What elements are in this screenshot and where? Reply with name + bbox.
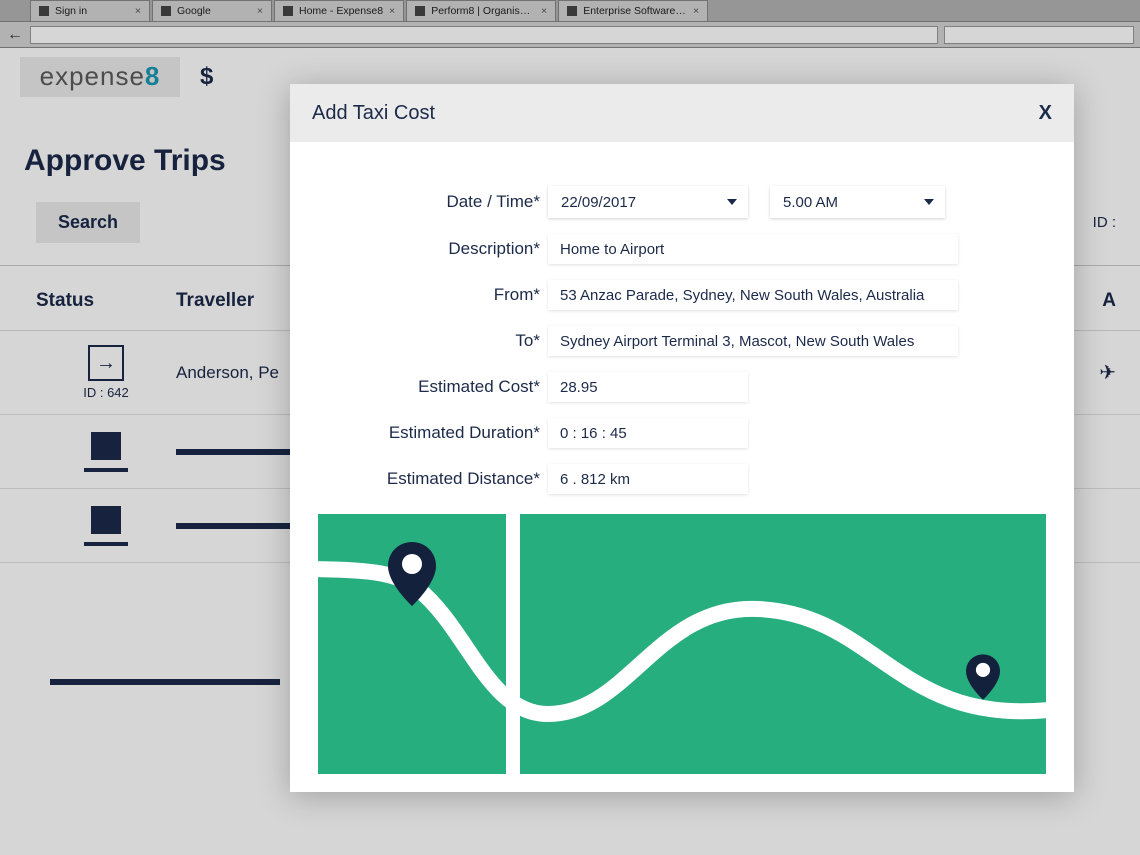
label-cost: Estimated Cost* (318, 377, 548, 397)
tab-close-icon[interactable]: × (389, 5, 395, 17)
modal-header: Add Taxi Cost X (290, 84, 1074, 142)
tab-close-icon[interactable]: × (693, 5, 699, 17)
form-row-from: From* 53 Anzac Parade, Sydney, New South… (318, 280, 1046, 310)
form-row-to: To* Sydney Airport Terminal 3, Mascot, N… (318, 326, 1046, 356)
tab-label: Enterprise Software as a Ser... (583, 5, 687, 17)
back-button[interactable]: ← (6, 26, 24, 44)
browser-tab[interactable]: Home - Expense8 × (274, 0, 404, 21)
browser-tab[interactable]: Enterprise Software as a Ser... × (558, 0, 708, 21)
search-button[interactable]: Search (36, 202, 140, 243)
search-input[interactable] (944, 26, 1134, 44)
from-input[interactable]: 53 Anzac Parade, Sydney, New South Wales… (548, 280, 958, 310)
browser-tab[interactable]: Google × (152, 0, 272, 21)
column-right: A (1102, 290, 1116, 312)
browser-chrome: Sign in × Google × Home - Expense8 × Perfor… (0, 0, 1140, 48)
status-arrow-icon: → (88, 345, 124, 381)
tab-close-icon[interactable]: × (257, 5, 263, 17)
placeholder-bar (176, 523, 296, 529)
row-id: ID : 642 (83, 385, 129, 400)
date-value: 22/09/2017 (561, 194, 636, 211)
label-distance: Estimated Distance* (318, 469, 548, 489)
form-row-duration: Estimated Duration* 0 : 16 : 45 (318, 418, 1046, 448)
form-row-cost: Estimated Cost* 28.95 (318, 372, 1046, 402)
to-input[interactable]: Sydney Airport Terminal 3, Mascot, New S… (548, 326, 958, 356)
currency-icon: $ (200, 63, 213, 91)
placeholder-bar (176, 449, 296, 455)
status-block-icon (91, 506, 121, 534)
tab-favicon (161, 6, 171, 16)
add-taxi-cost-modal: Add Taxi Cost X Date / Time* 22/09/2017 … (290, 84, 1074, 792)
label-from: From* (318, 285, 548, 305)
browser-navbar: ← (0, 22, 1140, 48)
tab-favicon (415, 6, 425, 16)
tab-label: Perform8 | Organisational Im (431, 5, 535, 17)
modal-title: Add Taxi Cost (312, 102, 435, 125)
label-description: Description* (318, 239, 548, 259)
time-select[interactable]: 5.00 AM (770, 186, 945, 218)
tab-favicon (567, 6, 577, 16)
app-logo: expense8 (20, 57, 180, 97)
form-row-description: Description* Home to Airport (318, 234, 1046, 264)
modal-body: Date / Time* 22/09/2017 5.00 AM Descript… (290, 142, 1074, 792)
tab-label: Google (177, 5, 251, 17)
tab-label: Home - Expense8 (299, 5, 383, 17)
logo-suffix: 8 (145, 61, 160, 92)
tab-label: Sign in (55, 5, 129, 17)
time-value: 5.00 AM (783, 194, 838, 211)
description-input[interactable]: Home to Airport (548, 234, 958, 264)
browser-tab[interactable]: Perform8 | Organisational Im × (406, 0, 556, 21)
logo-text: expense (40, 61, 145, 92)
date-select[interactable]: 22/09/2017 (548, 186, 748, 218)
label-datetime: Date / Time* (318, 192, 548, 212)
tab-favicon (283, 6, 293, 16)
placeholder-bottom-bar (50, 679, 280, 685)
column-status: Status (36, 290, 176, 312)
plane-icon: ✈ (1099, 360, 1116, 385)
tab-close-icon[interactable]: × (541, 5, 547, 17)
label-duration: Estimated Duration* (318, 423, 548, 443)
status-underline (84, 542, 128, 546)
status-cell (36, 432, 176, 472)
browser-tab[interactable]: Sign in × (30, 0, 150, 21)
status-block-icon (91, 432, 121, 460)
status-cell (36, 506, 176, 546)
chevron-down-icon (924, 199, 934, 205)
route-map (318, 514, 1046, 774)
form-row-datetime: Date / Time* 22/09/2017 5.00 AM (318, 186, 1046, 218)
browser-tabs: Sign in × Google × Home - Expense8 × Perfor… (0, 0, 1140, 22)
status-underline (84, 468, 128, 472)
url-input[interactable] (30, 26, 938, 44)
duration-input[interactable]: 0 : 16 : 45 (548, 418, 748, 448)
tab-favicon (39, 6, 49, 16)
cost-input[interactable]: 28.95 (548, 372, 748, 402)
distance-input[interactable]: 6 . 812 km (548, 464, 748, 494)
form-row-distance: Estimated Distance* 6 . 812 km (318, 464, 1046, 494)
modal-close-button[interactable]: X (1039, 102, 1052, 125)
id-label: ID : (1093, 214, 1116, 231)
label-to: To* (318, 331, 548, 351)
status-cell: → ID : 642 (36, 345, 176, 400)
chevron-down-icon (727, 199, 737, 205)
tab-close-icon[interactable]: × (135, 5, 141, 17)
